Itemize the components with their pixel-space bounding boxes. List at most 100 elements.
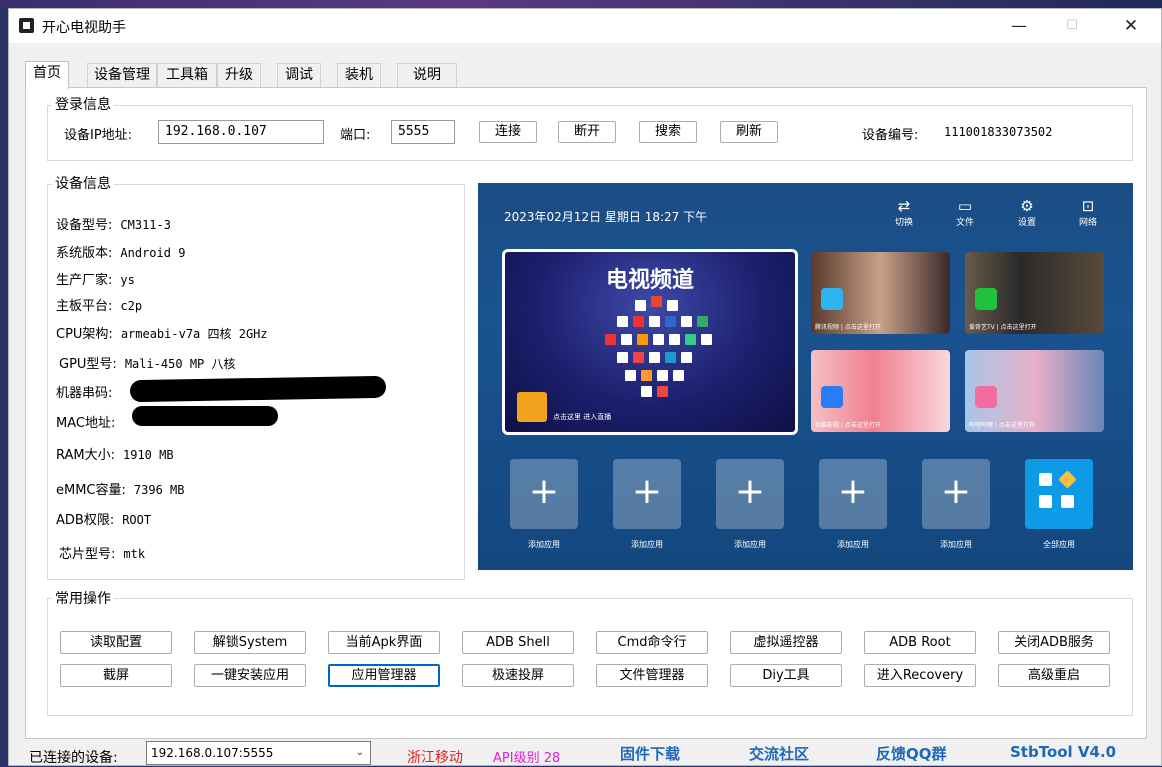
advanced-reboot-button[interactable]: 高级重启	[998, 664, 1110, 687]
add-app-label-5: 添加应用	[940, 540, 972, 549]
folder-icon: ▭	[957, 197, 973, 215]
file-manager-button[interactable]: 文件管理器	[596, 664, 708, 687]
info-row-mac: MAC地址:	[56, 416, 116, 431]
add-app-tile-1[interactable]: +	[510, 459, 578, 529]
ip-input[interactable]: 192.168.0.107	[158, 120, 324, 144]
info-row-os: 系统版本: Android 9	[56, 246, 186, 261]
switch-icon: ⇄	[897, 197, 911, 215]
tv-settings[interactable]: ⚙ 设置	[1007, 197, 1047, 228]
search-button[interactable]: 搜索	[639, 121, 697, 143]
info-row-gpu: GPU型号: Mali-450 MP 八核	[59, 357, 236, 372]
add-app-tile-3[interactable]: +	[716, 459, 784, 529]
close-icon[interactable]: ✕	[1108, 11, 1154, 41]
app-card-youku[interactable]: 优酷影视 | 点击这里打开	[811, 350, 950, 432]
tv-channel-caption: 点击这里 进入直播	[553, 413, 612, 421]
screenshot-button[interactable]: 截屏	[60, 664, 172, 687]
tv-network[interactable]: ⊡ 网络	[1068, 197, 1108, 228]
tv-channel-card[interactable]: 电视频道 点击这里 进入直播	[502, 249, 798, 435]
info-row-ram: RAM大小: 1910 MB	[56, 448, 174, 463]
tab-debug[interactable]: 调试	[277, 63, 321, 87]
add-app-tile-4[interactable]: +	[819, 459, 887, 529]
app-card-bilibili[interactable]: 哔哩哔哩 | 点击这里打开	[965, 350, 1104, 432]
maximize-icon[interactable]: ☐	[1049, 11, 1095, 41]
carrier-label: 浙江移动	[407, 750, 463, 766]
app-icon	[19, 18, 34, 33]
add-app-tile-2[interactable]: +	[613, 459, 681, 529]
tab-home[interactable]: 首页	[25, 61, 69, 89]
connected-device-select[interactable]: 192.168.0.107:5555 ⌄	[146, 741, 371, 765]
virtual-remote-button[interactable]: 虚拟遥控器	[730, 631, 842, 654]
connected-device-label: 已连接的设备:	[29, 750, 118, 766]
api-level-label: API级别 28	[493, 751, 561, 766]
add-app-label-4: 添加应用	[837, 540, 869, 549]
info-row-platform: 主板平台: c2p	[56, 299, 143, 314]
login-group-title: 登录信息	[52, 94, 114, 114]
tencent-video-icon	[821, 288, 843, 310]
tv-screen-preview: 2023年02月12日 星期日 18:27 下午 ⇄ 切换 ▭ 文件 ⚙ 设置 ⊡ 网络…	[478, 183, 1133, 570]
tab-upgrade[interactable]: 升级	[217, 63, 261, 87]
close-adb-button[interactable]: 关闭ADB服务	[998, 631, 1110, 654]
info-row-chip: 芯片型号: mtk	[59, 547, 146, 562]
unlock-system-button[interactable]: 解锁System	[194, 631, 306, 654]
grid-icon	[1039, 473, 1052, 486]
status-bar: 已连接的设备: 192.168.0.107:5555 ⌄ 浙江移动 API级别 …	[9, 739, 1161, 767]
tab-device-management[interactable]: 设备管理	[87, 63, 157, 87]
disconnect-button[interactable]: 断开	[558, 121, 616, 143]
iqiyi-icon	[975, 288, 997, 310]
connect-button[interactable]: 连接	[479, 121, 537, 143]
chevron-down-icon: ⌄	[355, 747, 364, 758]
app-window: 开心电视助手 — ☐ ✕ 首页 设备管理 工具箱 升级 调试 装机 说明 登录信…	[8, 8, 1162, 766]
window-title: 开心电视助手	[42, 20, 126, 36]
minimize-icon[interactable]: —	[996, 11, 1042, 41]
app-card-tencent[interactable]: 腾讯视频 | 点击这里打开	[811, 252, 950, 334]
recovery-button[interactable]: 进入Recovery	[864, 664, 976, 687]
settings-icon: ⚙	[1020, 197, 1034, 215]
info-row-serial: 机器串码:	[56, 386, 113, 401]
live-sun-icon	[517, 392, 547, 422]
info-row-adb: ADB权限: ROOT	[56, 513, 152, 528]
add-app-tile-5[interactable]: +	[922, 459, 990, 529]
adb-shell-button[interactable]: ADB Shell	[462, 631, 574, 654]
app-card-iqiyi[interactable]: 爱奇艺TV | 点击这里打开	[965, 252, 1104, 334]
port-input[interactable]: 5555	[391, 120, 455, 144]
firmware-download-link[interactable]: 固件下载	[620, 743, 680, 764]
current-apk-button[interactable]: 当前Apk界面	[328, 631, 440, 654]
ops-group	[47, 598, 1133, 716]
tv-files[interactable]: ▭ 文件	[945, 197, 985, 228]
stbtool-version-link[interactable]: StbTool V4.0	[1010, 743, 1116, 761]
tab-toolbox[interactable]: 工具箱	[157, 63, 217, 87]
info-row-cpu: CPU架构: armeabi-v7a 四核 2GHz	[56, 327, 268, 342]
app-manager-button[interactable]: 应用管理器	[328, 664, 440, 687]
adb-root-button[interactable]: ADB Root	[864, 631, 976, 654]
all-apps-label: 全部应用	[1043, 540, 1075, 549]
bilibili-icon	[975, 386, 997, 408]
add-app-label-2: 添加应用	[631, 540, 663, 549]
network-icon: ⊡	[1081, 197, 1095, 215]
fast-cast-button[interactable]: 极速投屏	[462, 664, 574, 687]
one-click-install-button[interactable]: 一键安装应用	[194, 664, 306, 687]
home-panel: 登录信息 设备IP地址: 192.168.0.107 端口: 5555 连接 断…	[25, 87, 1147, 739]
info-row-model: 设备型号: CM311-3	[56, 218, 171, 233]
title-bar: 开心电视助手 — ☐ ✕	[9, 9, 1161, 43]
mac-redaction	[132, 406, 278, 426]
tv-datetime: 2023年02月12日 星期日 18:27 下午	[504, 210, 708, 224]
desktop-background	[0, 0, 1162, 8]
add-app-label-3: 添加应用	[734, 540, 766, 549]
device-info-group-title: 设备信息	[52, 173, 114, 193]
serial-redaction	[129, 375, 387, 403]
feedback-qq-link[interactable]: 反馈QQ群	[876, 743, 947, 764]
port-label: 端口:	[340, 128, 371, 143]
community-link[interactable]: 交流社区	[749, 743, 809, 764]
ip-label: 设备IP地址:	[64, 128, 133, 143]
ops-group-title: 常用操作	[52, 588, 114, 608]
read-config-button[interactable]: 读取配置	[60, 631, 172, 654]
refresh-button[interactable]: 刷新	[720, 121, 778, 143]
tv-switch[interactable]: ⇄ 切换	[884, 197, 924, 228]
device-number-label: 设备编号:	[862, 128, 919, 143]
all-apps-tile[interactable]	[1025, 459, 1093, 529]
youku-icon	[821, 386, 843, 408]
tab-help[interactable]: 说明	[397, 63, 457, 87]
cmd-button[interactable]: Cmd命令行	[596, 631, 708, 654]
diy-tools-button[interactable]: Diy工具	[730, 664, 842, 687]
tab-install[interactable]: 装机	[337, 63, 381, 87]
